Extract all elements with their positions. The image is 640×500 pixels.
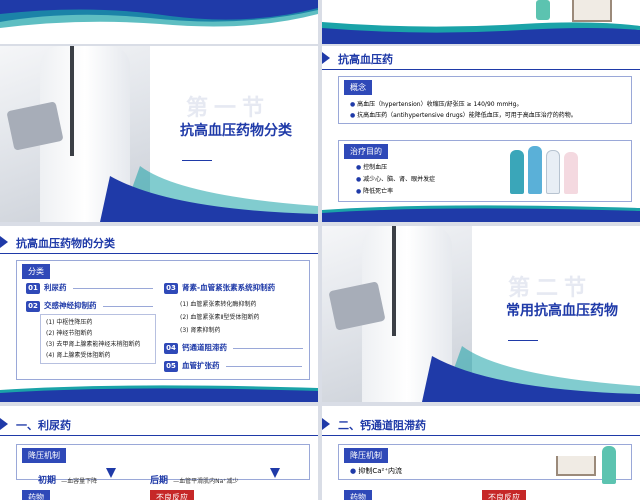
mechanism-tag: 降压机制 bbox=[22, 448, 66, 463]
section-watermark: 第一节 bbox=[186, 96, 271, 121]
mechanism-tag: 降压机制 bbox=[344, 448, 388, 463]
category-03-sub-3: (3) 肾素抑制药 bbox=[180, 327, 221, 334]
goal-item-3: ● 降低死亡率 bbox=[356, 188, 394, 195]
late-stage: 后期 —血管平滑肌内Na⁺减少 bbox=[150, 476, 239, 486]
medical-staff-illustration bbox=[510, 146, 580, 196]
triangle-marker-icon bbox=[322, 52, 330, 64]
slide-title-bar: 抗高血压药 bbox=[322, 46, 640, 70]
slide-thumb-1[interactable] bbox=[0, 0, 318, 44]
triangle-marker-icon bbox=[322, 418, 330, 430]
slide-thumb-5[interactable]: 抗高血压药物的分类 分类 01 利尿药 02 交感神经抑制药 (1) 中枢性降压药 … bbox=[0, 226, 318, 402]
slide-title-bar: 二、钙通道阻滞药 bbox=[322, 412, 640, 436]
category-05: 05 血管扩张药 bbox=[164, 360, 302, 372]
down-arrow-icon bbox=[106, 468, 116, 478]
category-02-sub-3: (3) 去甲肾上腺素能神经末梢阻断药 bbox=[46, 341, 141, 348]
category-02-sub-4: (4) 肾上腺素受体阻断药 bbox=[46, 352, 111, 359]
slide-thumb-3[interactable]: 第一节 抗高血压药物分类 bbox=[0, 46, 318, 222]
slide-title: 抗高血压药 bbox=[338, 53, 393, 66]
slide-thumb-2[interactable] bbox=[322, 0, 640, 44]
title-underline bbox=[182, 160, 212, 161]
wave-decoration bbox=[100, 166, 318, 222]
section-title: 抗高血压药物分类 bbox=[180, 123, 292, 139]
slide-title: 抗高血压药物的分类 bbox=[16, 237, 115, 250]
triangle-marker-icon bbox=[0, 418, 8, 430]
title-underline bbox=[508, 340, 538, 341]
menu-lines-icon bbox=[8, 30, 22, 37]
slide-thumb-6[interactable]: 第二节 常用抗高血压药物 bbox=[322, 226, 640, 402]
section-title: 常用抗高血压药物 bbox=[506, 303, 618, 319]
wave-decoration bbox=[0, 0, 318, 28]
adverse-tag: 不良反应 bbox=[150, 490, 194, 500]
category-01: 01 利尿药 bbox=[26, 282, 153, 294]
category-02: 02 交感神经抑制药 bbox=[26, 300, 153, 312]
category-04: 04 钙通道阻滞药 bbox=[164, 342, 303, 354]
goal-tag: 治疗目的 bbox=[344, 144, 388, 159]
triangle-marker-icon bbox=[0, 236, 8, 248]
category-02-sub-2: (2) 神经节阻断药 bbox=[46, 330, 93, 337]
slide-thumb-8[interactable]: 二、钙通道阻滞药 降压机制 ● 抑制Ca²⁺内流 药物 不良反应 bbox=[322, 406, 640, 500]
nurse-illustration bbox=[602, 446, 616, 484]
concept-item-2: ● 抗高血压药（antihypertensive drugs）能降低血压，可用于… bbox=[350, 112, 577, 119]
early-stage: 初期 —血容量下降 bbox=[38, 476, 98, 486]
slide-title: 二、钙通道阻滞药 bbox=[338, 419, 426, 432]
wave-decoration bbox=[0, 385, 318, 402]
drug-tag: 药物 bbox=[22, 490, 50, 500]
slide-title: 一、利尿药 bbox=[16, 419, 71, 432]
goal-item-2: ● 减少心、脑、肾、眼并发症 bbox=[356, 176, 436, 183]
concept-tag: 概念 bbox=[344, 80, 372, 95]
category-02-sub-1: (1) 中枢性降压药 bbox=[46, 319, 93, 326]
nurse-illustration bbox=[536, 0, 550, 20]
wave-decoration bbox=[422, 346, 640, 402]
hospital-bed-illustration bbox=[572, 0, 612, 22]
concept-item-1: ● 高血压（hypertension）收缩压/舒张压 ≥ 140/90 mmHg… bbox=[350, 101, 523, 108]
classification-tag: 分类 bbox=[22, 264, 50, 279]
hospital-bed-illustration bbox=[556, 456, 596, 476]
slide-thumb-4[interactable]: 抗高血压药 概念 ● 高血压（hypertension）收缩压/舒张压 ≥ 14… bbox=[322, 46, 640, 222]
slide-thumb-7[interactable]: 一、利尿药 降压机制 初期 —血容量下降 后期 —血管平滑肌内Na⁺减少 药物 … bbox=[0, 406, 318, 500]
wave-decoration bbox=[322, 205, 640, 222]
section-watermark: 第二节 bbox=[508, 276, 593, 301]
goal-item-1: ● 控制血压 bbox=[356, 164, 388, 171]
slide-title-bar: 一、利尿药 bbox=[0, 412, 318, 436]
category-03-sub-2: (2) 血管紧张素Ⅱ型受体阻断药 bbox=[180, 314, 260, 321]
drug-tag: 药物 bbox=[344, 490, 372, 500]
category-03-sub-1: (1) 血管紧张素转化酶抑制药 bbox=[180, 301, 257, 308]
adverse-tag: 不良反应 bbox=[482, 490, 526, 500]
category-03: 03 肾素-血管紧张素系统抑制药 bbox=[164, 282, 275, 294]
mechanism-item: ● 抑制Ca²⁺内流 bbox=[350, 467, 403, 475]
down-arrow-icon bbox=[270, 468, 280, 478]
slide-title-bar: 抗高血压药物的分类 bbox=[0, 230, 318, 254]
